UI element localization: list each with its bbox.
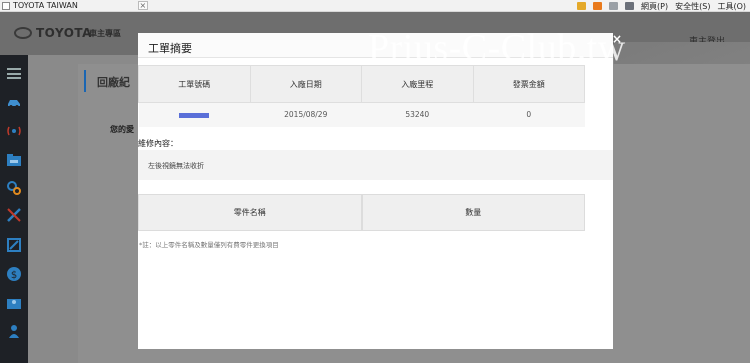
folder-car-icon[interactable] xyxy=(5,152,23,168)
book-user-icon[interactable] xyxy=(5,295,23,311)
order-no-cell xyxy=(138,102,250,127)
favicon-icon xyxy=(2,1,10,10)
menu-icon[interactable] xyxy=(5,65,23,81)
date-cell: 2015/08/29 xyxy=(250,102,362,127)
tools-menu[interactable]: 工具(O) xyxy=(717,1,746,12)
page-title: 回廠紀 xyxy=(97,76,130,89)
repair-content-label: 維修內容： xyxy=(138,139,178,148)
mail-icon[interactable] xyxy=(609,2,619,10)
brand-name: TOYOTA xyxy=(36,26,92,40)
browser-tab-title[interactable]: TOYOTA TAIWAN xyxy=(13,1,78,10)
section-label: 您的愛 xyxy=(110,125,134,134)
title-accent-bar xyxy=(84,70,86,92)
work-order-table: 工單號碼 入廠日期 入廠里程 發票金額 2015/08/29 53240 0 xyxy=(138,65,585,127)
print-icon[interactable] xyxy=(625,2,635,10)
sidebar: $ xyxy=(0,55,28,363)
dollar-icon[interactable]: $ xyxy=(5,266,23,282)
table-row: 2015/08/29 53240 0 xyxy=(138,102,585,127)
gears-icon[interactable] xyxy=(5,180,23,196)
feeds-icon[interactable] xyxy=(593,2,603,10)
safety-menu[interactable]: 安全性(S) xyxy=(675,1,710,12)
column-header-quantity: 數量 xyxy=(361,194,585,231)
modal-title: 工單摘要 xyxy=(148,42,192,55)
parts-table-header: 零件名稱 數量 xyxy=(138,194,585,231)
page-menu[interactable]: 網頁(P) xyxy=(641,1,668,12)
repair-content-text: 左後視鏡無法收折 xyxy=(148,162,204,170)
ie-command-bar: 網頁(P) 安全性(S) 工具(O) xyxy=(577,0,746,12)
signal-icon[interactable] xyxy=(5,123,23,139)
repair-content-box xyxy=(138,150,613,180)
column-header-amount: 發票金額 xyxy=(472,65,585,103)
person-icon[interactable] xyxy=(5,323,23,339)
table-header-row: 工單號碼 入廠日期 入廠里程 發票金額 xyxy=(138,65,585,103)
column-header-date: 入廠日期 xyxy=(249,65,362,103)
owner-area-label: 車主專區 xyxy=(89,29,121,38)
amount-cell: 0 xyxy=(473,102,585,127)
column-header-part-name: 零件名稱 xyxy=(138,194,362,231)
redacted-order-no xyxy=(179,112,210,118)
column-header-order-no: 工單號碼 xyxy=(138,65,251,103)
home-icon[interactable] xyxy=(577,2,587,10)
svg-text:$: $ xyxy=(11,270,17,281)
watermark: Prius-C-Club.tw xyxy=(368,27,626,69)
tools-icon[interactable] xyxy=(5,207,23,223)
car-icon[interactable] xyxy=(5,95,23,111)
toyota-logo-icon xyxy=(14,27,32,39)
column-header-mileage: 入廠里程 xyxy=(361,65,474,103)
mileage-cell: 53240 xyxy=(361,102,473,127)
browser-toolbar: TOYOTA TAIWAN × 網頁(P) 安全性(S) 工具(O) xyxy=(0,0,750,12)
tab-close-button[interactable]: × xyxy=(137,1,148,10)
parts-note: *註：以上零件名稱及數量僅列有費零件更換項目 xyxy=(139,241,279,249)
ruler-icon[interactable] xyxy=(5,237,23,253)
